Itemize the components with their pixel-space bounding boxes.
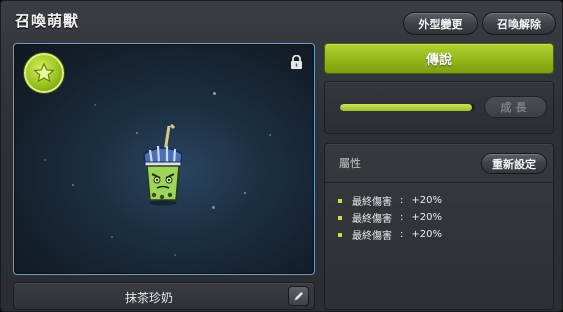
sparkle (244, 192, 246, 194)
summon-pet-window: 召喚萌獸 外型變更 召喚解除 抹茶珍奶 傳說 成長 屬性 重新設定 最終傷害:… (0, 0, 563, 312)
bullet-icon (338, 215, 342, 220)
divider (325, 182, 553, 183)
attribute-item: 最終傷害 : +20% (338, 209, 442, 226)
attribute-panel: 屬性 重新設定 最終傷害 : +20% 最終傷害 : +20% 最終傷害 : +… (324, 143, 554, 310)
attribute-separator: : (400, 229, 404, 240)
attribute-title: 屬性 (339, 157, 361, 170)
pet-name: 抹茶珍奶 (124, 291, 173, 305)
attribute-value: +20% (411, 229, 442, 240)
attribute-name: 最終傷害 (352, 197, 392, 208)
sparkle (111, 236, 113, 238)
attribute-item: 最終傷害 : +20% (338, 192, 442, 209)
attribute-separator: : (400, 212, 404, 223)
pencil-icon (294, 292, 303, 301)
sparkle (213, 92, 216, 95)
rarity-badge: 傳說 (324, 43, 554, 74)
sparkle (212, 206, 215, 209)
sparkle (44, 159, 46, 161)
lock-icon[interactable] (290, 54, 303, 69)
sparkle (174, 254, 176, 256)
attribute-list: 最終傷害 : +20% 最終傷害 : +20% 最終傷害 : +20% (338, 192, 442, 243)
attribute-item: 最終傷害 : +20% (338, 226, 442, 243)
attribute-name: 最終傷害 (352, 214, 392, 225)
unsummon-button[interactable]: 召喚解除 (482, 12, 556, 35)
attribute-separator: : (400, 195, 404, 206)
star-icon (24, 53, 64, 93)
sparkle (94, 104, 96, 106)
growth-progress-bar (340, 104, 475, 111)
reset-attributes-button[interactable]: 重新設定 (481, 153, 547, 174)
pet-sprite (143, 124, 183, 206)
growth-panel: 成長 (324, 81, 554, 134)
grow-button[interactable]: 成長 (484, 96, 547, 118)
attribute-value: +20% (411, 195, 442, 206)
rename-button[interactable] (288, 286, 309, 306)
pet-name-bar: 抹茶珍奶 (13, 282, 315, 310)
growth-progress-fill (340, 104, 473, 111)
sparkle (72, 184, 74, 186)
bullet-icon (338, 232, 342, 237)
bullet-icon (338, 198, 342, 203)
attribute-name: 最終傷害 (352, 231, 392, 242)
attribute-value: +20% (411, 212, 442, 223)
appearance-change-button[interactable]: 外型變更 (403, 12, 478, 35)
sparkle (269, 134, 271, 136)
pet-preview (13, 43, 315, 275)
window-title: 召喚萌獸 (15, 12, 80, 30)
